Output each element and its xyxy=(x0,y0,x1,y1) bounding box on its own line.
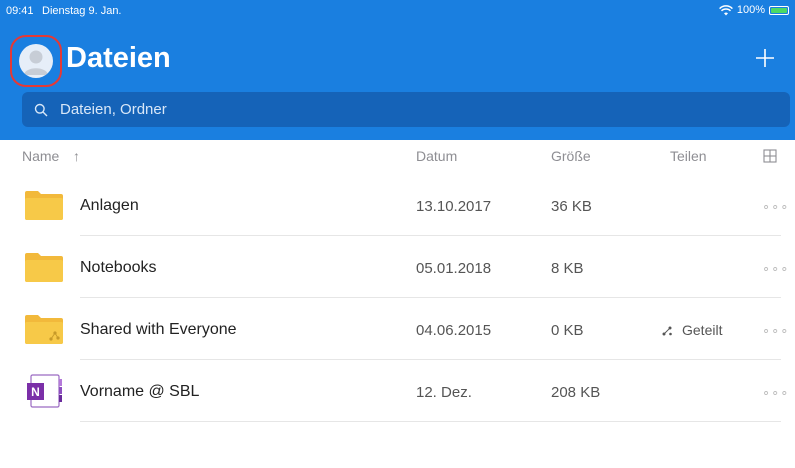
battery-percent: 100% xyxy=(736,4,765,16)
battery-icon xyxy=(769,5,789,15)
onenote-icon: N xyxy=(27,374,62,408)
folder-icon xyxy=(25,191,63,220)
row-divider xyxy=(80,421,781,422)
page-title: Dateien xyxy=(66,42,171,74)
file-size: 36 KB xyxy=(551,198,592,215)
more-options-button[interactable]: ∘∘∘ xyxy=(762,323,789,339)
svg-text:N: N xyxy=(31,385,40,399)
file-row[interactable]: N Vorname @ SBL 12. Dez. 208 KB ∘∘∘ xyxy=(0,360,795,422)
file-row[interactable]: Notebooks 05.01.2018 8 KB ∘∘∘ xyxy=(0,236,795,298)
avatar xyxy=(19,44,53,78)
shared-folder-icon xyxy=(25,315,63,344)
file-date: 04.06.2015 xyxy=(416,322,492,339)
file-row[interactable]: Anlagen 13.10.2017 36 KB ∘∘∘ xyxy=(0,174,795,236)
share-icon xyxy=(662,326,672,336)
grid-view-icon[interactable] xyxy=(763,149,777,163)
column-header-date[interactable]: Datum xyxy=(416,148,457,164)
status-time: 09:41 xyxy=(6,5,34,17)
file-size: 208 KB xyxy=(551,384,601,401)
file-size: 0 KB xyxy=(551,322,584,339)
column-header-size[interactable]: Größe xyxy=(551,148,591,164)
file-date: 05.01.2018 xyxy=(416,260,492,277)
file-name: Notebooks xyxy=(80,259,157,276)
search-icon xyxy=(34,103,48,116)
file-size: 8 KB xyxy=(551,260,584,277)
share-status: Geteilt xyxy=(682,322,723,338)
search-input[interactable] xyxy=(60,101,790,118)
add-button[interactable] xyxy=(752,45,778,71)
wifi-icon xyxy=(718,4,733,15)
sort-arrow-icon[interactable]: ↑ xyxy=(73,148,80,164)
status-indicators: 100% xyxy=(718,4,789,16)
file-row[interactable]: Shared with Everyone 04.06.2015 0 KB Get… xyxy=(0,298,795,360)
app-header: 09:41 Dienstag 9. Jan. 100% Dateien xyxy=(0,0,795,140)
battery-level xyxy=(771,7,787,13)
file-name: Anlagen xyxy=(80,197,139,214)
more-options-button[interactable]: ∘∘∘ xyxy=(762,199,789,215)
file-date: 13.10.2017 xyxy=(416,198,492,215)
file-name: Vorname @ SBL xyxy=(80,383,200,400)
column-header-share[interactable]: Teilen xyxy=(670,148,707,164)
file-date: 12. Dez. xyxy=(416,384,472,401)
user-icon xyxy=(24,50,48,75)
more-options-button[interactable]: ∘∘∘ xyxy=(762,385,789,401)
status-bar: 09:41 Dienstag 9. Jan. 100% xyxy=(0,0,795,22)
status-date: Dienstag 9. Jan. xyxy=(42,5,122,17)
file-name: Shared with Everyone xyxy=(80,321,237,338)
account-button[interactable] xyxy=(10,35,62,87)
folder-icon xyxy=(25,253,63,282)
search-bar[interactable] xyxy=(22,92,790,127)
more-options-button[interactable]: ∘∘∘ xyxy=(762,261,789,277)
column-header-name[interactable]: Name xyxy=(22,148,59,164)
